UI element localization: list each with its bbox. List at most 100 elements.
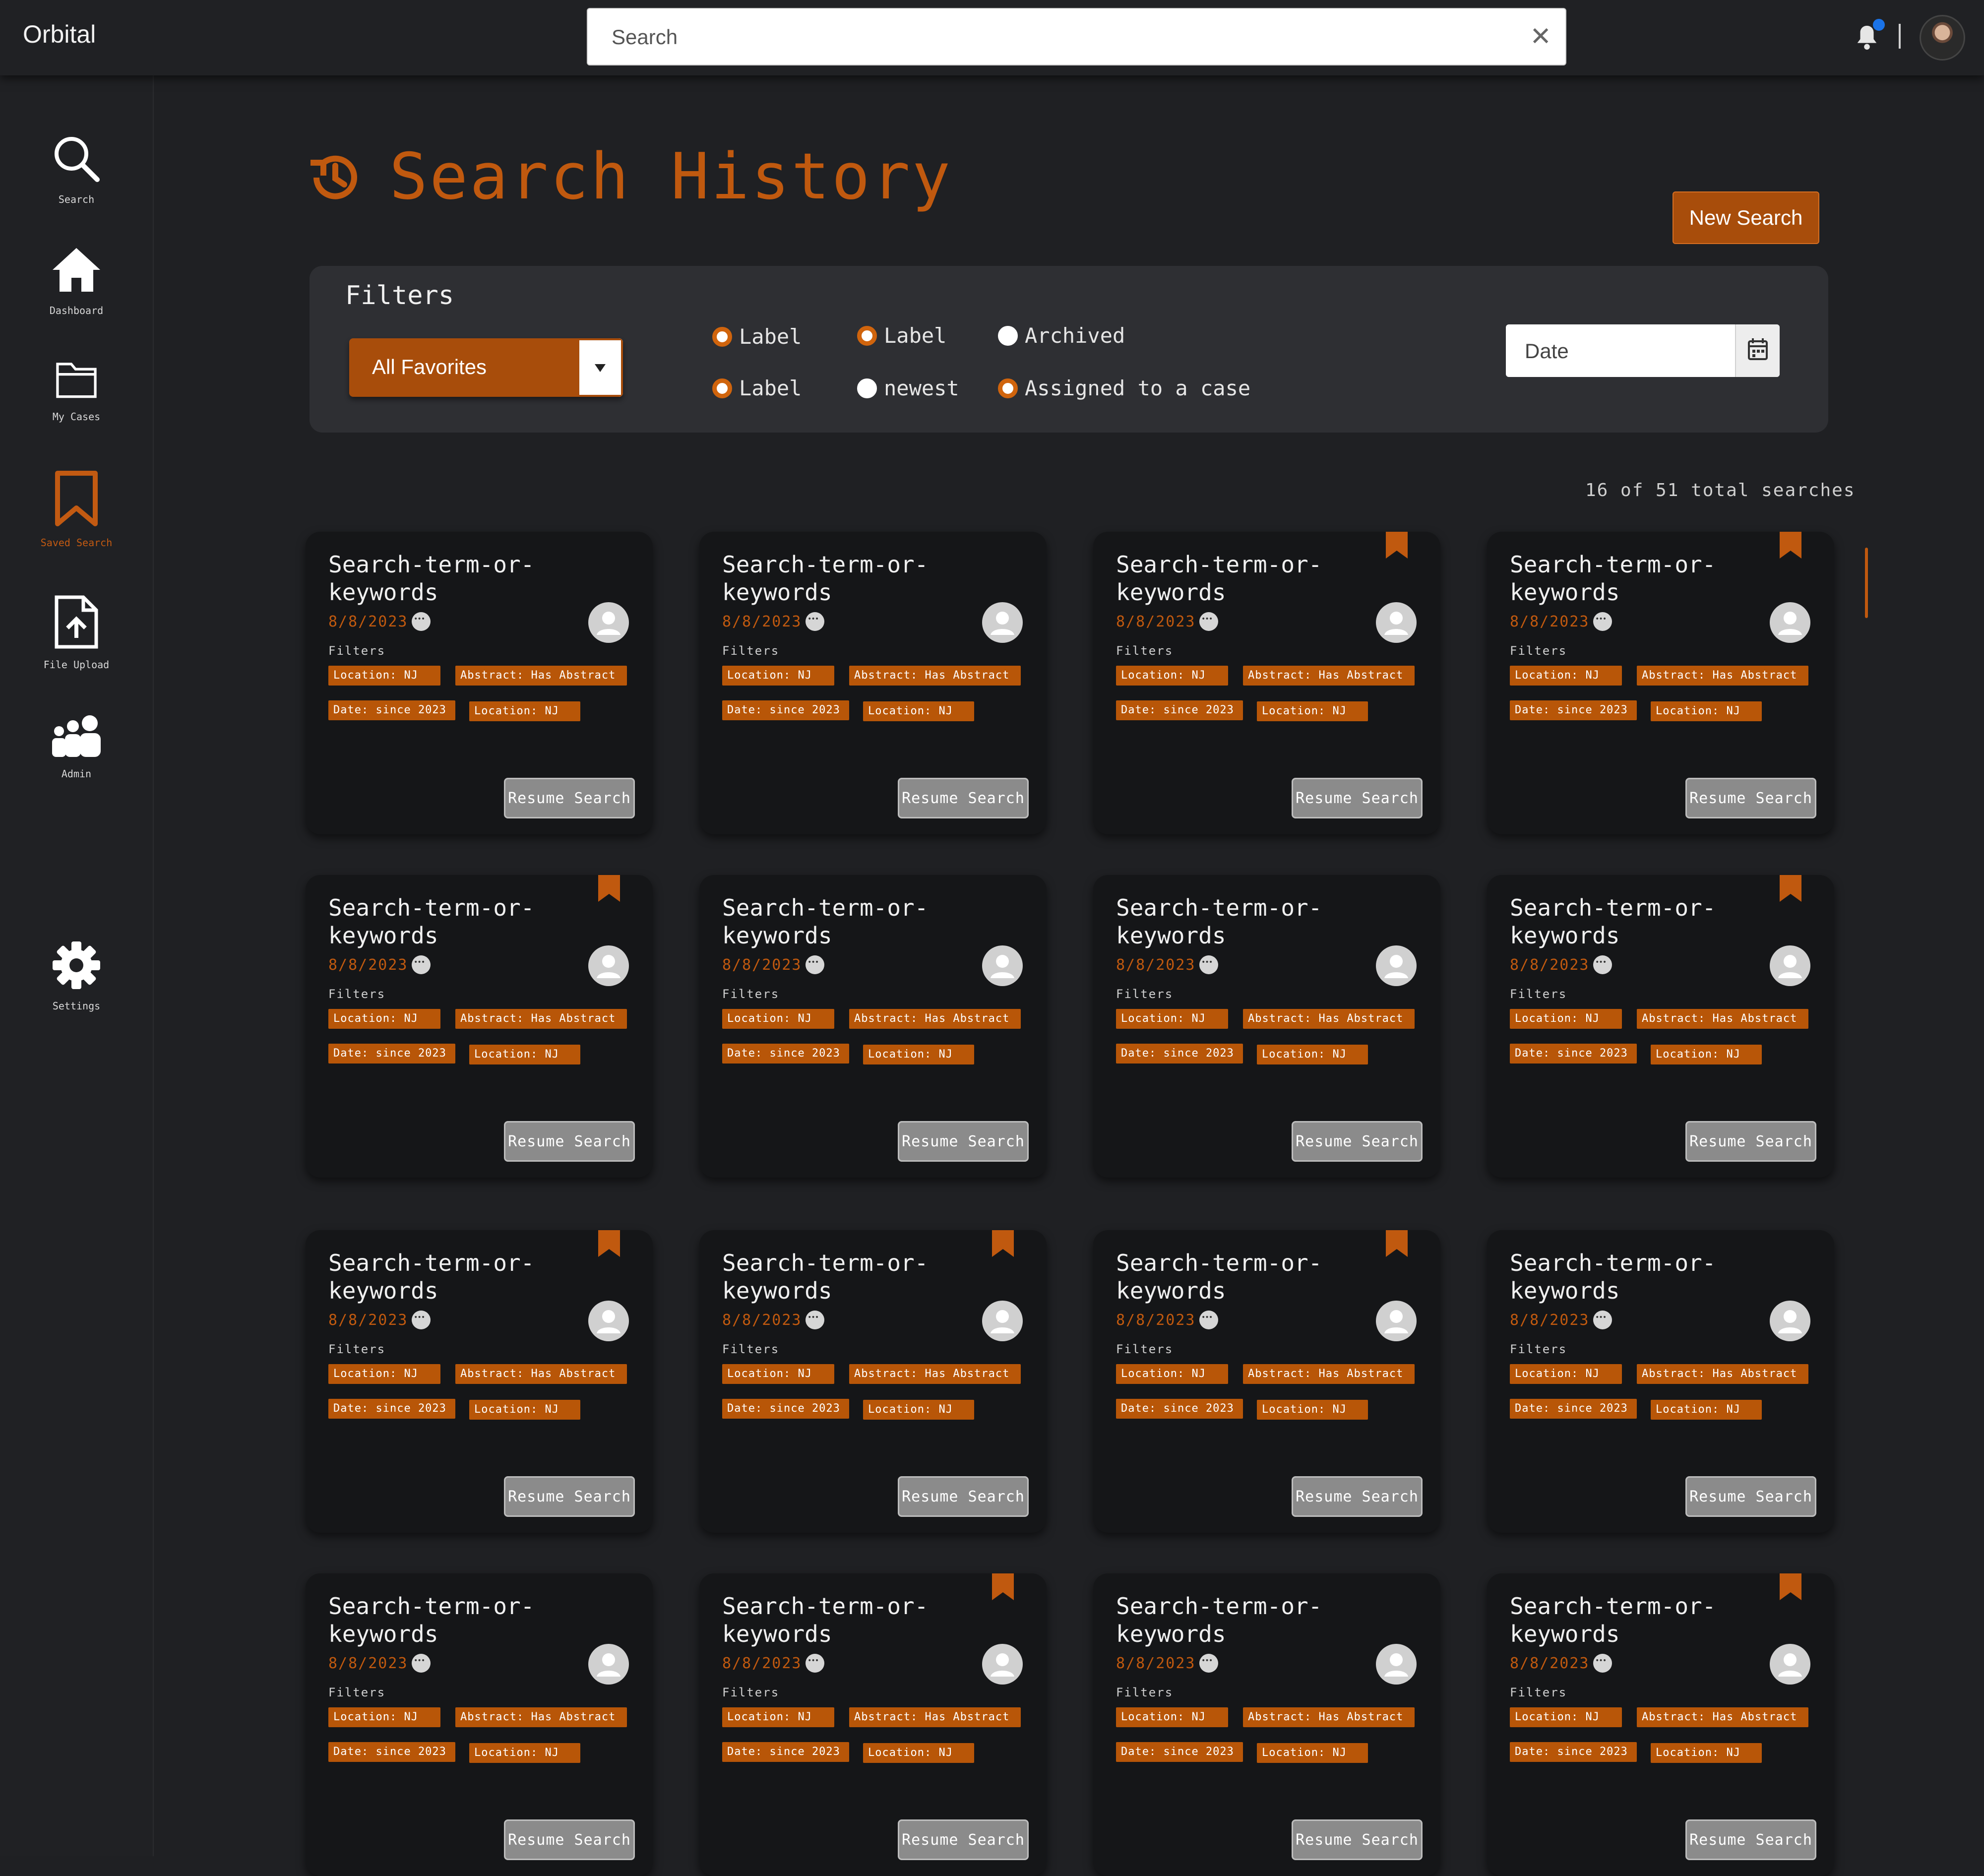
resume-search-button[interactable]: Resume Search: [898, 778, 1029, 818]
comment-icon[interactable]: [412, 1654, 431, 1673]
sidebar-item-search[interactable]: Search: [0, 133, 153, 205]
bookmark-icon[interactable]: [1385, 532, 1409, 560]
comment-icon[interactable]: [1593, 1654, 1612, 1673]
bookmark-icon[interactable]: [991, 1230, 1015, 1258]
comment-icon[interactable]: [412, 955, 431, 974]
bookmark-icon[interactable]: [597, 1230, 621, 1258]
user-icon: [982, 1301, 1023, 1341]
resume-search-button[interactable]: Resume Search: [1292, 778, 1423, 818]
bookmark-icon[interactable]: [1779, 1573, 1802, 1601]
bookmark-icon[interactable]: [1779, 875, 1802, 903]
comment-icon[interactable]: [1593, 612, 1612, 631]
resume-search-button[interactable]: Resume Search: [898, 1121, 1029, 1162]
resume-search-button[interactable]: Resume Search: [504, 1121, 635, 1162]
resume-search-button[interactable]: Resume Search: [1685, 1121, 1816, 1162]
resume-search-button[interactable]: Resume Search: [898, 1819, 1029, 1860]
search-card[interactable]: Search-term-or-keywords 8/8/2023 Filters Lo…: [699, 1230, 1047, 1533]
search-card[interactable]: Search-term-or-keywords 8/8/2023 Filters Lo…: [306, 532, 653, 834]
filter-chip: Abstract: Has Abstract: [455, 1364, 627, 1384]
radio-label-2[interactable]: Label: [857, 323, 946, 348]
filter-chip: Date: since 2023: [328, 1399, 455, 1419]
filter-chip: Date: since 2023: [328, 700, 455, 720]
filter-chip: Abstract: Has Abstract: [849, 666, 1021, 686]
favorites-dropdown[interactable]: All Favorites: [349, 338, 623, 397]
resume-search-button[interactable]: Resume Search: [1292, 1476, 1423, 1517]
bookmark-icon[interactable]: [1385, 1230, 1409, 1258]
results-count: 16 of 51 total searches: [1585, 480, 1856, 500]
radio-indicator[interactable]: [998, 378, 1018, 398]
comment-icon[interactable]: [412, 1311, 431, 1329]
sidebar-item-my-cases[interactable]: My Cases: [0, 357, 153, 423]
new-search-button[interactable]: New Search: [1673, 191, 1819, 244]
sidebar-item-dashboard[interactable]: Dashboard: [0, 244, 153, 316]
resume-search-button[interactable]: Resume Search: [1685, 1476, 1816, 1517]
radio-archived[interactable]: Archived: [998, 323, 1125, 348]
resume-search-button[interactable]: Resume Search: [504, 1819, 635, 1860]
sidebar-item-admin[interactable]: Admin: [0, 714, 153, 780]
bookmark-icon[interactable]: [1779, 532, 1802, 560]
radio-assigned-to-case[interactable]: Assigned to a case: [998, 376, 1250, 400]
chevron-down-icon[interactable]: [577, 338, 623, 397]
resume-search-button[interactable]: Resume Search: [504, 778, 635, 818]
resume-search-button[interactable]: Resume Search: [1685, 778, 1816, 818]
comment-icon[interactable]: [1199, 1654, 1218, 1673]
search-card[interactable]: Search-term-or-keywords 8/8/2023 Filters Lo…: [306, 875, 653, 1178]
calendar-button[interactable]: [1735, 324, 1780, 377]
resume-search-button[interactable]: Resume Search: [504, 1476, 635, 1517]
bookmark-icon[interactable]: [597, 875, 621, 903]
filter-chip: Date: since 2023: [328, 1044, 455, 1063]
search-card[interactable]: Search-term-or-keywords 8/8/2023 Filters Lo…: [306, 1573, 653, 1876]
user-avatar[interactable]: [1920, 15, 1965, 61]
bookmark-icon[interactable]: [991, 1573, 1015, 1601]
sidebar-item-label: My Cases: [52, 411, 101, 423]
sidebar-item-label: File Upload: [43, 659, 110, 671]
resume-search-button[interactable]: Resume Search: [898, 1476, 1029, 1517]
search-card[interactable]: Search-term-or-keywords 8/8/2023 Filters Lo…: [1487, 875, 1834, 1178]
radio-indicator[interactable]: [857, 325, 877, 346]
sidebar-item-settings[interactable]: Settings: [0, 939, 153, 1012]
search-input[interactable]: [611, 9, 1505, 65]
search-card[interactable]: Search-term-or-keywords 8/8/2023 Filters Lo…: [1487, 1230, 1834, 1533]
comment-icon[interactable]: [806, 612, 824, 631]
radio-indicator[interactable]: [857, 378, 877, 398]
radio-label-3[interactable]: Label: [712, 376, 802, 400]
search-card[interactable]: Search-term-or-keywords 8/8/2023 Filters Lo…: [1093, 1573, 1440, 1876]
resume-search-button[interactable]: Resume Search: [1685, 1819, 1816, 1860]
search-card[interactable]: Search-term-or-keywords 8/8/2023 Filters Lo…: [699, 1573, 1047, 1876]
resume-search-button[interactable]: Resume Search: [1292, 1121, 1423, 1162]
sidebar-item-file-upload[interactable]: File Upload: [0, 594, 153, 671]
sidebar-item-saved-search[interactable]: Saved Search: [0, 470, 153, 549]
clear-icon[interactable]: ✕: [1530, 22, 1551, 52]
search-card[interactable]: Search-term-or-keywords 8/8/2023 Filters Lo…: [1093, 875, 1440, 1178]
comment-icon[interactable]: [806, 1654, 824, 1673]
date-input[interactable]: [1524, 324, 1724, 377]
comment-icon[interactable]: [806, 1311, 824, 1329]
radio-indicator[interactable]: [712, 326, 732, 347]
comment-icon[interactable]: [1593, 1311, 1612, 1329]
comment-icon[interactable]: [1199, 612, 1218, 631]
radio-indicator[interactable]: [998, 325, 1018, 346]
scrollbar-thumb[interactable]: [1865, 548, 1868, 618]
search-card[interactable]: Search-term-or-keywords 8/8/2023 Filters Lo…: [699, 532, 1047, 834]
radio-indicator[interactable]: [712, 378, 732, 398]
search-card[interactable]: Search-term-or-keywords 8/8/2023 Filters Lo…: [699, 875, 1047, 1178]
search-card[interactable]: Search-term-or-keywords 8/8/2023 Filters Lo…: [306, 1230, 653, 1533]
user-icon: [1770, 1644, 1810, 1685]
search-card[interactable]: Search-term-or-keywords 8/8/2023 Filters Lo…: [1093, 1230, 1440, 1533]
comment-icon[interactable]: [1199, 955, 1218, 974]
search-card[interactable]: Search-term-or-keywords 8/8/2023 Filters Lo…: [1487, 532, 1834, 834]
comment-icon[interactable]: [412, 612, 431, 631]
filter-chip: Date: since 2023: [1510, 1399, 1637, 1419]
search-card[interactable]: Search-term-or-keywords 8/8/2023 Filters Lo…: [1093, 532, 1440, 834]
date-field[interactable]: [1506, 324, 1780, 377]
comment-icon[interactable]: [806, 955, 824, 974]
search-card[interactable]: Search-term-or-keywords 8/8/2023 Filters Lo…: [1487, 1573, 1834, 1876]
search-card-title: Search-term-or-keywords: [1116, 1593, 1322, 1647]
comment-icon[interactable]: [1593, 955, 1612, 974]
resume-search-button[interactable]: Resume Search: [1292, 1819, 1423, 1860]
radio-label-1[interactable]: Label: [712, 324, 802, 349]
radio-newest[interactable]: newest: [857, 376, 959, 400]
comment-icon[interactable]: [1199, 1311, 1218, 1329]
bookmark-icon: [55, 471, 98, 526]
search-box[interactable]: ✕: [587, 8, 1566, 65]
